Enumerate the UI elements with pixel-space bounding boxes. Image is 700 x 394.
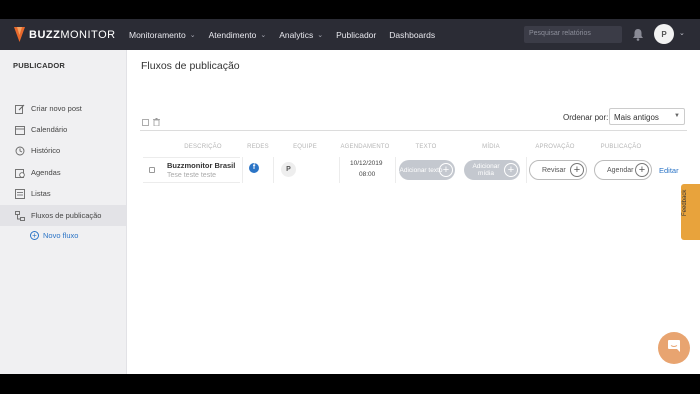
app-window: BUZZMONITOR Monitoramento ⌄ Atendimento ⌄ … [0, 19, 700, 374]
main-content: Fluxos de publicação Ordenar por: Mais a… [127, 50, 700, 374]
chat-button[interactable] [658, 332, 690, 364]
sidebar-item-label: Listas [31, 189, 51, 198]
nav-monitoramento[interactable]: Monitoramento ⌄ [129, 30, 196, 40]
top-nav: BUZZMONITOR Monitoramento ⌄ Atendimento ⌄ … [0, 19, 700, 50]
feedback-tab[interactable]: Feedback [681, 184, 700, 240]
edit-icon [14, 103, 25, 114]
list-icon [14, 188, 25, 199]
schedule-date: 10/12/2019 [350, 160, 383, 167]
trash-icon[interactable] [153, 113, 160, 131]
col-agendamento: AGENDAMENTO [340, 144, 390, 150]
order-select[interactable]: Mais antigos ▼ [609, 108, 685, 125]
col-texto: TEXTO [415, 144, 437, 150]
flow-icon [14, 210, 25, 221]
sidebar-item-label: Histórico [31, 146, 61, 155]
page-title: Fluxos de publicação [141, 60, 240, 72]
add-media-button[interactable]: Adicionar mídia + [464, 160, 520, 180]
review-button[interactable]: Revisar + [529, 160, 587, 180]
nav-publicador[interactable]: Publicador [336, 30, 376, 40]
caret-down-icon: ▼ [674, 113, 680, 119]
edit-link[interactable]: Editar [659, 166, 679, 175]
sidebar-item-label: Agendas [31, 168, 61, 177]
brand-bold: BUZZ [29, 28, 61, 41]
schedule-button[interactable]: Agendar + [594, 160, 652, 180]
plus-icon: + [504, 163, 518, 177]
chat-icon [667, 339, 681, 358]
team-badge[interactable]: P [281, 162, 296, 177]
chevron-down-icon[interactable]: ⌄ [679, 29, 685, 37]
nav-atendimento[interactable]: Atendimento ⌄ [209, 30, 267, 40]
sidebar-item-fluxos-de-publicacao[interactable]: Fluxos de publicação [0, 205, 126, 226]
bell-icon[interactable] [632, 28, 644, 41]
chevron-down-icon: ⌄ [317, 31, 324, 39]
calendar-icon [14, 124, 25, 135]
plus-icon: + [439, 163, 453, 177]
plus-circle-icon: + [30, 231, 39, 240]
sidebar-item-criar-novo-post[interactable]: Criar novo post [0, 98, 126, 119]
avatar[interactable]: P [654, 24, 674, 44]
sidebar-item-label: Calendário [31, 125, 68, 134]
nav-dashboards[interactable]: Dashboards [389, 30, 435, 40]
search-input[interactable]: Pesquisar relatórios [524, 26, 622, 43]
sidebar-item-calendario[interactable]: Calendário [0, 119, 126, 140]
main-menu: Monitoramento ⌄ Atendimento ⌄ Analytics ⌄ P… [129, 19, 448, 50]
col-aprovacao: APROVAÇÃO [535, 144, 575, 150]
brand-rest: MONITOR [60, 28, 116, 41]
col-publicacao: PUBLICAÇÃO [600, 144, 642, 150]
nav-analytics[interactable]: Analytics ⌄ [279, 30, 323, 40]
add-text-button[interactable]: Adicionar texto + [399, 160, 455, 180]
buzzmonitor-logo-icon [14, 27, 25, 42]
plus-icon: + [635, 163, 649, 177]
row-checkbox[interactable] [149, 167, 155, 173]
logo[interactable]: BUZZMONITOR [14, 27, 116, 42]
new-flow-link[interactable]: + Novo fluxo [30, 231, 78, 240]
plus-icon: + [570, 163, 584, 177]
col-equipe: EQUIPE [293, 144, 317, 150]
col-midia: MÍDIA [482, 144, 500, 150]
chevron-down-icon: ⌄ [189, 31, 196, 39]
chevron-down-icon: ⌄ [260, 31, 267, 39]
bulk-actions [142, 113, 160, 131]
sidebar-item-listas[interactable]: Listas [0, 183, 126, 204]
sidebar-title: PUBLICADOR [13, 61, 65, 70]
history-icon [14, 145, 25, 156]
post-title: Buzzmonitor Brasil [167, 161, 236, 170]
table-row: Buzzmonitor Brasil Tese teste teste f P … [143, 157, 690, 183]
col-descricao: DESCRIÇÃO [184, 144, 222, 150]
sidebar-item-label: Criar novo post [31, 104, 82, 113]
sidebar-item-label: Fluxos de publicação [31, 211, 102, 220]
facebook-icon[interactable]: f [249, 163, 259, 173]
schedule-icon [14, 167, 25, 178]
order-label: Ordenar por: [563, 113, 609, 122]
sidebar-item-agendas[interactable]: Agendas [0, 162, 126, 183]
schedule-time: 08:00 [359, 171, 376, 178]
divider [140, 130, 687, 131]
select-all-checkbox[interactable] [142, 113, 149, 131]
col-redes: REDES [247, 144, 269, 150]
sidebar-item-historico[interactable]: Histórico [0, 140, 126, 161]
sidebar: PUBLICADOR Criar novo post Calendário Hi… [0, 50, 127, 374]
post-description: Tese teste teste [167, 172, 217, 179]
